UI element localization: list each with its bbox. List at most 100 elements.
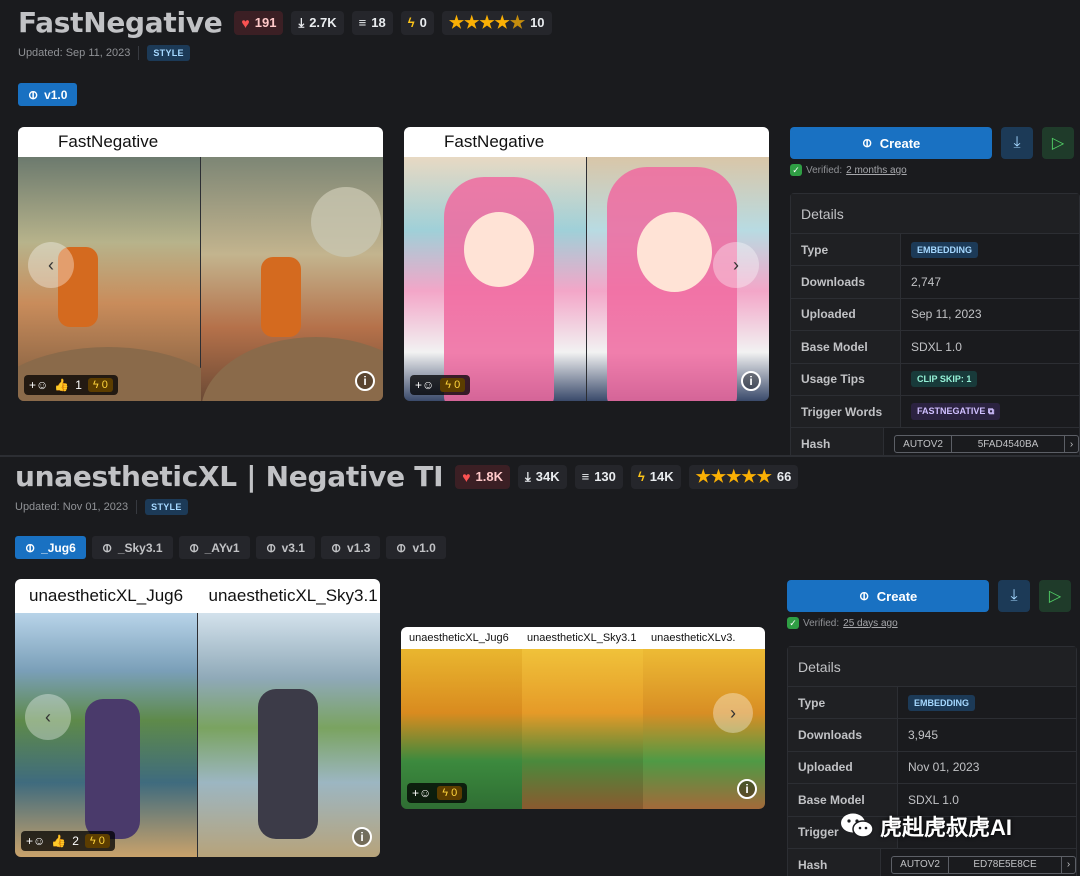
details-row-trigger-words: Trigger Words FASTNEGATIVE ⧉: [791, 395, 1079, 429]
verified-time-link[interactable]: 25 days ago: [843, 618, 898, 629]
buzz-badge[interactable]: ϟ 0: [87, 378, 113, 392]
hash-algo: AUTOV2: [895, 436, 952, 453]
title-row: unaestheticXL | Negative TI ♥ 1.8K ⤓ 34K ≡…: [15, 460, 799, 493]
info-icon[interactable]: i: [737, 779, 757, 799]
card-header-label: unaestheticXL_Jug6: [409, 632, 509, 644]
card-header: unaestheticXL_Jug6 unaestheticXL_Sky3.1: [15, 579, 380, 613]
preview-image-left: [404, 157, 586, 401]
style-tag[interactable]: STYLE: [145, 499, 188, 515]
create-button[interactable]: ⊘ Create: [790, 127, 992, 159]
details-row-downloads: Downloads 2,747: [791, 266, 1079, 299]
verified-label: Verified:: [806, 164, 843, 176]
likes-count: 1.8K: [475, 469, 503, 484]
info-icon[interactable]: i: [355, 371, 375, 391]
detail-value: 2,747: [911, 275, 942, 290]
version-label: _Sky3.1: [117, 540, 163, 555]
preview-card-1[interactable]: unaestheticXL_Jug6 unaestheticXL_Sky3.1 …: [15, 579, 380, 857]
details-row-usage-tips: Usage Tips CLIP SKIP: 1: [791, 363, 1079, 396]
version-button-ayv1[interactable]: ⊘ _AYv1: [178, 536, 250, 559]
verified-time-link[interactable]: 2 months ago: [846, 165, 907, 176]
create-label: Create: [876, 588, 918, 604]
buzz-badge[interactable]: ϟ 0: [84, 834, 110, 848]
add-reaction-icon[interactable]: +☺: [412, 786, 431, 800]
info-icon[interactable]: i: [741, 371, 761, 391]
chevron-right-icon: ›: [1064, 436, 1078, 453]
hash-value: ED78E5E8CE: [973, 859, 1037, 871]
preview-card-2[interactable]: FastNegative › +☺ ϟ 0 i: [404, 127, 769, 401]
chevron-right-icon: ›: [1061, 856, 1075, 873]
link-icon: ⊘: [185, 538, 203, 557]
type-badge: EMBEDDING: [911, 241, 979, 258]
add-reaction-icon[interactable]: +☺: [415, 378, 434, 392]
detail-key: Downloads: [788, 719, 898, 751]
rating-pill[interactable]: ★★★★★ 66: [688, 464, 799, 489]
download-icon: ⤓: [1010, 587, 1018, 604]
details-title[interactable]: Details: [788, 647, 1076, 687]
version-button-v3.1[interactable]: ⊘ v3.1: [255, 536, 315, 559]
download-button[interactable]: ⤓: [1001, 127, 1033, 159]
detail-value: Sep 11, 2023: [911, 307, 982, 322]
details-title[interactable]: Details: [791, 194, 1079, 234]
detail-key: Uploaded: [791, 298, 901, 331]
details-row-base-model: Base Model SDXL 1.0: [791, 331, 1079, 364]
version-label: _AYv1: [204, 540, 240, 555]
version-button-v1.3[interactable]: ⊘ v1.3: [320, 536, 381, 559]
details-row-hash: Hash AUTOV2 5FAD4540BA ›: [791, 428, 1079, 455]
title-row: FastNegative ♥ 191 ⤓ 2.7K ≡ 18 ϟ0 ★★★★★ 10: [18, 6, 552, 39]
carousel-prev-button[interactable]: ‹: [28, 242, 74, 288]
heart-icon: ♥: [241, 14, 250, 31]
clip-skip-badge: CLIP SKIP: 1: [911, 371, 978, 388]
link-icon: ⊘: [855, 587, 873, 605]
carousel-next-button[interactable]: ›: [713, 693, 753, 733]
detail-key: Base Model: [791, 331, 901, 363]
carousel-next-button[interactable]: ›: [713, 242, 759, 288]
hash-box[interactable]: AUTOV2 5FAD4540BA ›: [894, 435, 1079, 454]
play-button[interactable]: ▷: [1039, 580, 1071, 612]
detail-key: Type: [788, 687, 898, 719]
version-button-v1.0[interactable]: ⊘ v1.0: [18, 83, 78, 106]
buzz-count: 0: [98, 835, 105, 847]
like-count: 2: [72, 834, 79, 848]
buzz-badge[interactable]: ϟ 0: [437, 786, 463, 800]
thumbs-up-icon[interactable]: 👍: [51, 834, 66, 848]
reactions-bar: +☺ 👍 1 ϟ 0: [24, 375, 118, 395]
buzz-count: 0: [101, 379, 108, 391]
detail-key: Trigger Words: [791, 395, 901, 428]
rating-stars-icon: ★★★★★: [695, 466, 772, 486]
reactions-bar: +☺ ϟ 0: [410, 375, 471, 395]
meta-row: Updated: Nov 01, 2023 STYLE: [15, 499, 188, 515]
thumbs-up-icon[interactable]: 👍: [54, 378, 69, 392]
verified-check-icon: ✓: [790, 164, 802, 176]
reactions-bar: +☺ 👍 2 ϟ 0: [21, 831, 115, 851]
play-icon: ▷: [1048, 588, 1062, 605]
style-tag[interactable]: STYLE: [147, 45, 190, 61]
carousel-prev-button[interactable]: ‹: [25, 694, 71, 740]
version-button-sky3.1[interactable]: ⊘ _Sky3.1: [91, 536, 173, 559]
preview-card-1[interactable]: FastNegative ‹ +☺ 👍 1 ϟ 0 i: [18, 127, 383, 401]
verified-row: ✓ Verified: 2 months ago: [790, 164, 907, 176]
like-count: 1: [75, 378, 82, 392]
version-button-jug6[interactable]: ⊘ _Jug6: [15, 536, 86, 559]
create-button[interactable]: ⊘ Create: [787, 580, 989, 612]
link-icon: ⊘: [262, 538, 280, 557]
add-reaction-icon[interactable]: +☺: [26, 834, 45, 848]
hash-algo: AUTOV2: [892, 856, 949, 873]
rating-pill[interactable]: ★★★★★ 10: [441, 10, 552, 35]
hash-box[interactable]: AUTOV2 ED78E5E8CE ›: [891, 855, 1076, 874]
version-label: v1.3: [347, 540, 371, 555]
likes-pill[interactable]: ♥ 1.8K: [455, 464, 510, 489]
detail-key: Hash: [791, 428, 885, 455]
add-reaction-icon[interactable]: +☺: [29, 378, 48, 392]
buzz-badge[interactable]: ϟ 0: [440, 378, 466, 392]
downloads-pill: ⤓ 2.7K: [291, 10, 344, 35]
version-button-v1.0[interactable]: ⊘ v1.0: [386, 536, 446, 559]
trigger-word-badge[interactable]: FASTNEGATIVE ⧉: [911, 403, 1001, 421]
divider: [136, 500, 138, 514]
preview-card-2[interactable]: unaestheticXL_Jug6 unaestheticXL_Sky3.1 …: [401, 627, 765, 809]
play-button[interactable]: ▷: [1042, 127, 1074, 159]
info-icon[interactable]: i: [352, 827, 372, 847]
buzz-count: 0: [454, 379, 461, 391]
download-button[interactable]: ⤓: [998, 580, 1030, 612]
card-header-label: FastNegative: [58, 132, 159, 151]
likes-pill[interactable]: ♥ 191: [234, 10, 284, 35]
